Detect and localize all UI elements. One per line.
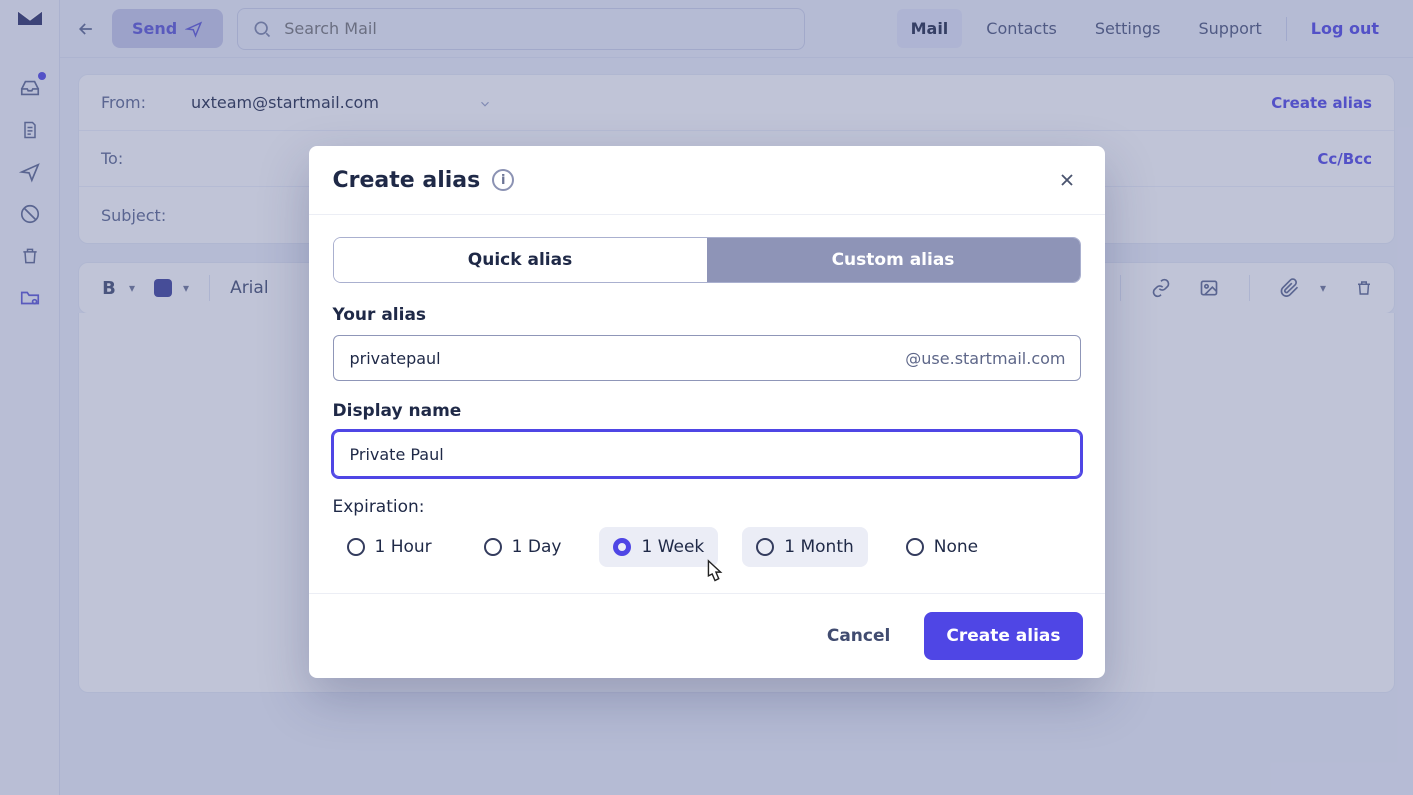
- expiration-label: Expiration:: [333, 497, 1081, 517]
- radio-1-hour[interactable]: 1 Hour: [333, 527, 446, 567]
- alias-domain-suffix: @use.startmail.com: [905, 349, 1065, 368]
- radio-indicator: [756, 538, 774, 556]
- cancel-button[interactable]: Cancel: [813, 614, 904, 658]
- create-alias-button[interactable]: Create alias: [924, 612, 1082, 660]
- radio-1-day[interactable]: 1 Day: [470, 527, 576, 567]
- radio-indicator-selected: [613, 538, 631, 556]
- info-icon[interactable]: i: [492, 169, 514, 191]
- modal-body: Quick alias Custom alias Your alias @use…: [309, 215, 1105, 594]
- expiration-options: 1 Hour 1 Day 1 Week 1 Month None: [333, 527, 1081, 567]
- modal-title: Create alias: [333, 168, 481, 193]
- your-alias-label: Your alias: [333, 305, 1081, 325]
- radio-indicator: [484, 538, 502, 556]
- radio-1-week[interactable]: 1 Week: [599, 527, 718, 567]
- alias-input[interactable]: [348, 348, 906, 369]
- create-alias-modal: Create alias i Quick alias Custom alias …: [309, 146, 1105, 678]
- tab-custom-alias[interactable]: Custom alias: [707, 238, 1080, 282]
- alias-type-switch: Quick alias Custom alias: [333, 237, 1081, 283]
- radio-indicator: [906, 538, 924, 556]
- radio-none[interactable]: None: [892, 527, 992, 567]
- tab-quick-alias[interactable]: Quick alias: [334, 238, 707, 282]
- modal-overlay: Create alias i Quick alias Custom alias …: [0, 0, 1413, 795]
- modal-footer: Cancel Create alias: [309, 594, 1105, 678]
- display-name-field[interactable]: [333, 431, 1081, 477]
- display-name-input[interactable]: [348, 444, 1066, 465]
- radio-1-month[interactable]: 1 Month: [742, 527, 868, 567]
- display-name-label: Display name: [333, 401, 1081, 421]
- modal-header: Create alias i: [309, 146, 1105, 215]
- close-button[interactable]: [1053, 166, 1081, 194]
- alias-field[interactable]: @use.startmail.com: [333, 335, 1081, 381]
- radio-indicator: [347, 538, 365, 556]
